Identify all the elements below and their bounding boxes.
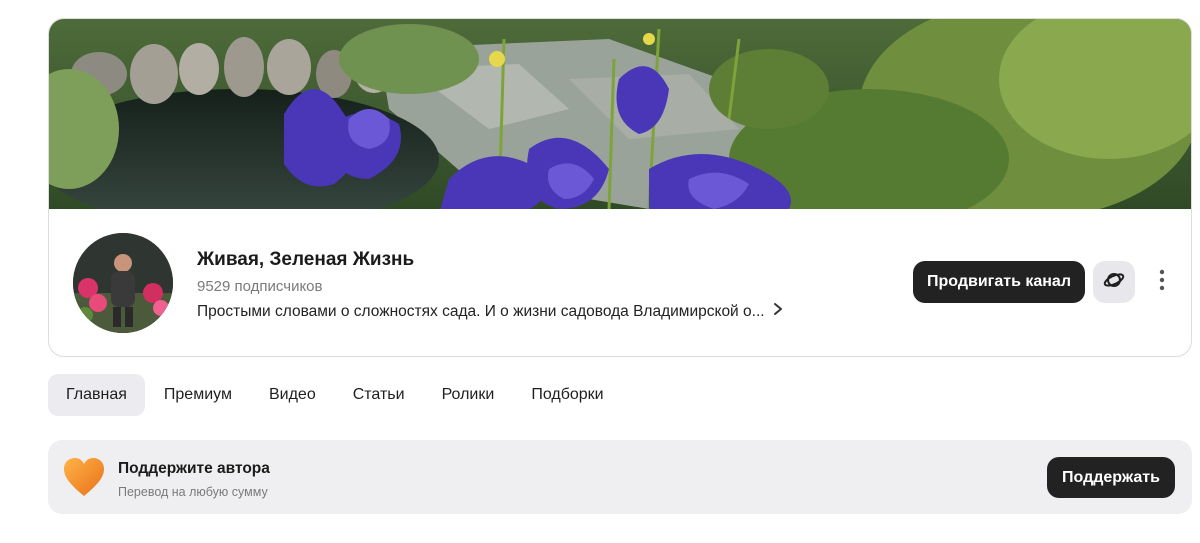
channel-card: Живая, Зеленая Жизнь 9529 подписчиков Пр… xyxy=(48,18,1192,357)
heart-icon xyxy=(62,456,106,498)
support-title: Поддержите автора xyxy=(118,460,270,477)
planet-button[interactable] xyxy=(1093,261,1135,303)
promote-channel-button[interactable]: Продвигать канал xyxy=(913,261,1085,303)
avatar[interactable] xyxy=(73,233,173,333)
more-vertical-icon xyxy=(1159,269,1165,295)
tab-collections[interactable]: Подборки xyxy=(513,374,621,416)
subscriber-count: 9529 подписчиков xyxy=(197,278,323,295)
planet-icon xyxy=(1103,269,1125,296)
channel-description-text: Простыми словами о сложностях сада. И о … xyxy=(197,302,765,320)
channel-info: Живая, Зеленая Жизнь 9529 подписчиков Пр… xyxy=(49,209,1191,356)
channel-description[interactable]: Простыми словами о сложностях сада. И о … xyxy=(197,302,783,321)
more-options-button[interactable] xyxy=(1149,261,1175,303)
channel-name[interactable]: Живая, Зеленая Жизнь xyxy=(197,249,414,271)
channel-tabs: Главная Премиум Видео Статьи Ролики Подб… xyxy=(48,374,623,416)
tab-premium[interactable]: Премиум xyxy=(146,374,250,416)
channel-banner xyxy=(49,19,1191,209)
support-subtitle: Перевод на любую сумму xyxy=(118,485,268,499)
support-button[interactable]: Поддержать xyxy=(1047,457,1175,498)
support-author-panel: Поддержите автора Перевод на любую сумму… xyxy=(48,440,1192,514)
chevron-right-icon xyxy=(773,302,783,321)
tab-shorts[interactable]: Ролики xyxy=(424,374,513,416)
tab-main[interactable]: Главная xyxy=(48,374,145,416)
tab-articles[interactable]: Статьи xyxy=(335,374,423,416)
tab-video[interactable]: Видео xyxy=(251,374,334,416)
